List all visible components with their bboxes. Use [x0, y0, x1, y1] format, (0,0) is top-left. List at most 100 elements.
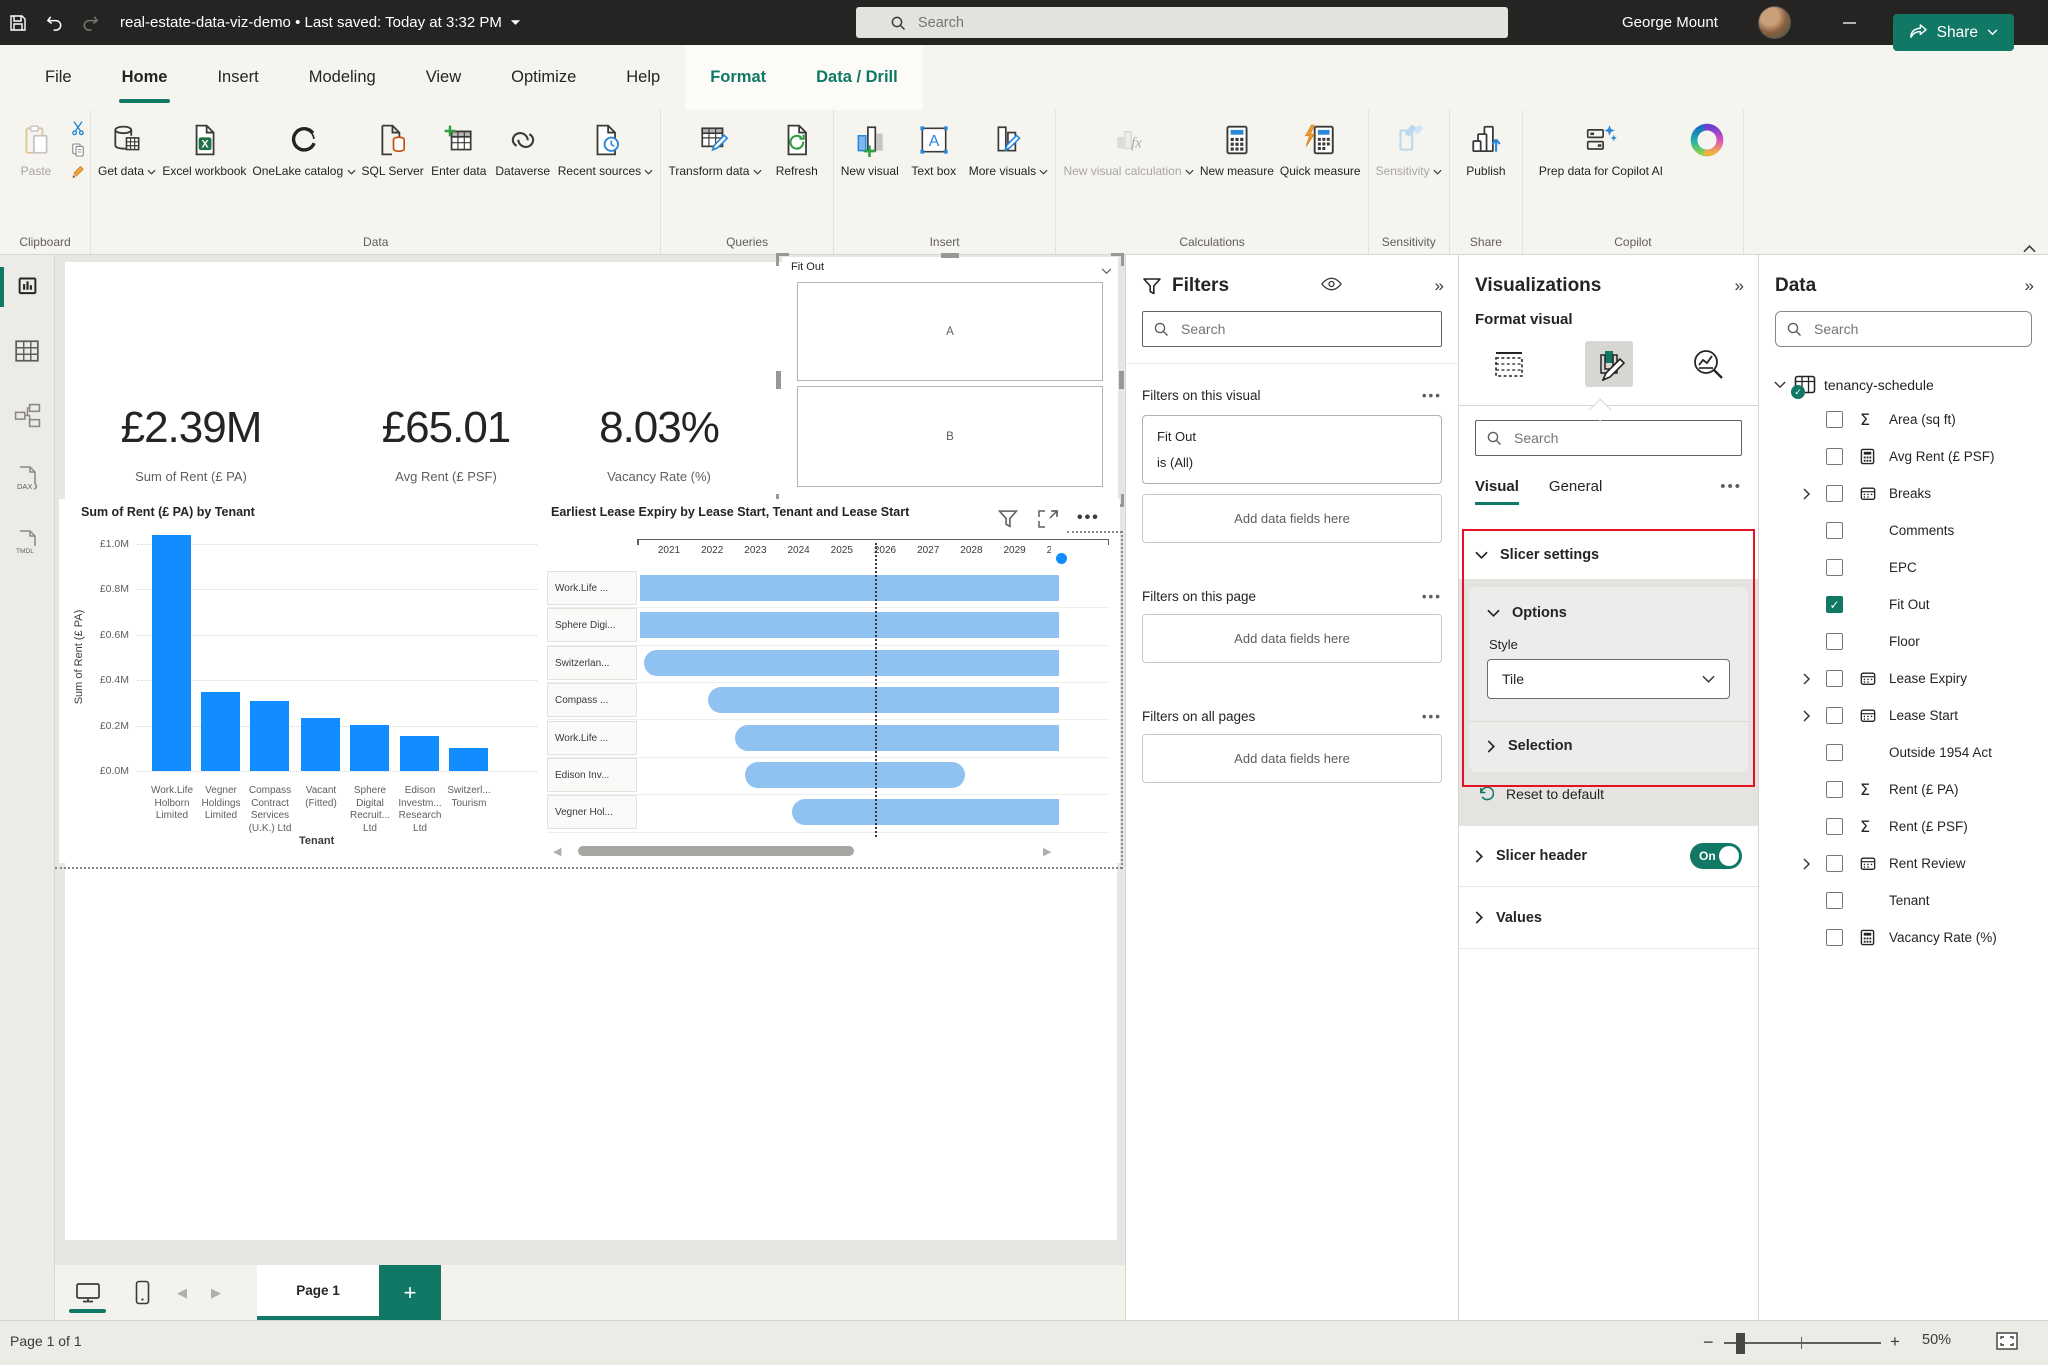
gantt-bar-work-life[interactable]	[640, 575, 1059, 601]
field-checkbox[interactable]	[1826, 929, 1843, 946]
format-search[interactable]	[1475, 420, 1742, 456]
bar-edison-investm-research-ltd[interactable]	[400, 736, 439, 771]
field-fit-out[interactable]: ✓Fit Out	[1759, 586, 2048, 623]
zoom-slider-handle[interactable]	[1736, 1333, 1745, 1354]
desktop-view-icon[interactable]	[65, 1265, 110, 1320]
format-search-input[interactable]	[1512, 429, 1731, 447]
eye-icon[interactable]	[1321, 276, 1342, 296]
tab-visual[interactable]: Visual	[1475, 478, 1519, 505]
kpi-card-avg-rent-psf[interactable]: £65.01Avg Rent (£ PSF)	[351, 403, 541, 484]
format-visual-icon[interactable]	[1585, 341, 1633, 387]
ribbon-button-text-box[interactable]: AText box	[902, 112, 966, 179]
menu-item-help[interactable]: Help	[601, 45, 685, 110]
data-search-input[interactable]	[1812, 320, 2021, 338]
menu-item-format[interactable]: Format	[685, 45, 791, 110]
selection-section[interactable]: Selection	[1469, 722, 1748, 772]
scroll-dot[interactable]	[1056, 553, 1067, 564]
ribbon-button-new-visual-calculation[interactable]: fxNew visual calculation	[1060, 112, 1196, 179]
ribbon-button-more-visuals[interactable]: More visuals	[966, 112, 1052, 179]
share-button[interactable]: Share	[1893, 14, 2014, 51]
scroll-right-icon[interactable]: ▶	[1043, 845, 1051, 858]
add-page-button[interactable]: +	[379, 1265, 441, 1320]
filters-search-input[interactable]	[1179, 320, 1431, 338]
more-options-icon[interactable]: •••	[1720, 478, 1742, 505]
ribbon-button-sql-server[interactable]: SQL Server	[359, 112, 427, 179]
slicer-settings-section[interactable]: Slicer settings	[1459, 535, 1758, 575]
field-checkbox[interactable]	[1826, 781, 1843, 798]
prev-page-icon[interactable]: ◀	[165, 1265, 199, 1320]
field-checkbox[interactable]	[1826, 744, 1843, 761]
save-icon[interactable]	[0, 0, 36, 45]
ribbon-button-sensitivity[interactable]: Sensitivity	[1373, 112, 1445, 179]
field-lease-expiry[interactable]: Lease Expiry	[1759, 660, 2048, 697]
field-checkbox[interactable]	[1826, 670, 1843, 687]
menu-item-home[interactable]: Home	[97, 45, 193, 110]
collapse-pane-icon[interactable]: »	[2025, 276, 2032, 296]
field-checkbox[interactable]	[1826, 411, 1843, 428]
zoom-in-button[interactable]: +	[1890, 1332, 1900, 1352]
sidebar-dax-view[interactable]: DAX	[0, 447, 54, 511]
field-checkbox[interactable]	[1826, 448, 1843, 465]
kpi-card-vacancy-rate[interactable]: 8.03%Vacancy Rate (%)	[564, 403, 754, 484]
mobile-view-icon[interactable]	[120, 1265, 165, 1320]
ribbon-button-quick-measure[interactable]: Quick measure	[1277, 112, 1364, 179]
add-data-fields-dropzone[interactable]: Add data fields here	[1142, 614, 1442, 663]
filter-card-fit-out[interactable]: Fit Outis (All)	[1142, 415, 1442, 484]
field-vacancy-rate[interactable]: Vacancy Rate (%)	[1759, 919, 2048, 956]
reset-to-default-button[interactable]: Reset to default	[1459, 772, 1758, 815]
bar-switzerl-tourism[interactable]	[449, 748, 488, 771]
collapse-pane-icon[interactable]: »	[1435, 276, 1442, 296]
values-section[interactable]: Values	[1459, 887, 1758, 949]
gantt-bar-compass[interactable]	[708, 687, 1059, 713]
menu-item-insert[interactable]: Insert	[192, 45, 283, 110]
field-rent-psf[interactable]: ΣRent (£ PSF)	[1759, 808, 2048, 845]
ribbon-button-dataverse[interactable]: Dataverse	[491, 112, 555, 179]
menu-item-file[interactable]: File	[20, 45, 97, 110]
global-search[interactable]	[856, 7, 1508, 38]
undo-icon[interactable]	[36, 0, 72, 45]
sidebar-model-view[interactable]	[0, 383, 54, 447]
field-tenant[interactable]: Tenant	[1759, 882, 2048, 919]
more-options-icon[interactable]: •••	[1422, 388, 1442, 403]
build-visual-icon[interactable]	[1485, 341, 1533, 387]
field-checkbox[interactable]	[1826, 818, 1843, 835]
cut-icon[interactable]	[70, 120, 86, 136]
ribbon-button-excel-workbook[interactable]: XExcel workbook	[159, 112, 249, 179]
ribbon-button-refresh[interactable]: Refresh	[765, 112, 829, 179]
gantt-chart-visual[interactable]: Earliest Lease Expiry by Lease Start, Te…	[545, 499, 1120, 863]
bar-chart-visual[interactable]: Sum of Rent (£ PA) by Tenant£0.0M£0.2M£0…	[59, 499, 545, 863]
fit-to-page-icon[interactable]	[1996, 1332, 2018, 1353]
data-search[interactable]	[1775, 311, 2032, 347]
field-epc[interactable]: EPC	[1759, 549, 2048, 586]
kpi-card-sum-of-rent-pa[interactable]: £2.39MSum of Rent (£ PA)	[96, 403, 286, 484]
avatar[interactable]	[1758, 6, 1791, 39]
user-name[interactable]: George Mount	[1622, 0, 1718, 45]
bar-vegner-holdings-limited[interactable]	[201, 692, 240, 771]
selection-handle[interactable]	[941, 253, 959, 258]
field-breaks[interactable]: Breaks	[1759, 475, 2048, 512]
next-page-icon[interactable]: ▶	[199, 1265, 233, 1320]
field-checkbox[interactable]	[1826, 485, 1843, 502]
field-checkbox[interactable]	[1826, 707, 1843, 724]
document-title[interactable]: real-estate-data-viz-demo • Last saved: …	[120, 14, 521, 31]
field-rent-pa[interactable]: ΣRent (£ PA)	[1759, 771, 2048, 808]
focus-mode-icon[interactable]	[1037, 509, 1059, 529]
field-checkbox[interactable]	[1826, 522, 1843, 539]
more-options-icon[interactable]: •••	[1422, 589, 1442, 604]
chevron-down-icon[interactable]	[1774, 381, 1786, 389]
zoom-out-button[interactable]: −	[1703, 1332, 1714, 1353]
bar-vacant-fitted[interactable]	[301, 718, 340, 771]
ribbon-button-get-data[interactable]: Get data	[95, 112, 159, 179]
bar-work-life-holborn-limited[interactable]	[152, 535, 191, 771]
selection-handle[interactable]	[776, 253, 789, 266]
field-checkbox[interactable]	[1826, 892, 1843, 909]
ribbon-button-paste[interactable]: Paste	[4, 112, 68, 179]
field-checkbox[interactable]	[1826, 559, 1843, 576]
minimize-button[interactable]	[1827, 0, 1871, 45]
gantt-bar-work-life[interactable]	[735, 725, 1059, 751]
field-outside-1954-act[interactable]: Outside 1954 Act	[1759, 734, 2048, 771]
global-search-input[interactable]	[916, 14, 1436, 32]
ribbon-button-new-measure[interactable]: New measure	[1197, 112, 1277, 179]
copy-icon[interactable]	[70, 142, 86, 158]
ribbon-button-transform-data[interactable]: Transform data	[665, 112, 764, 179]
